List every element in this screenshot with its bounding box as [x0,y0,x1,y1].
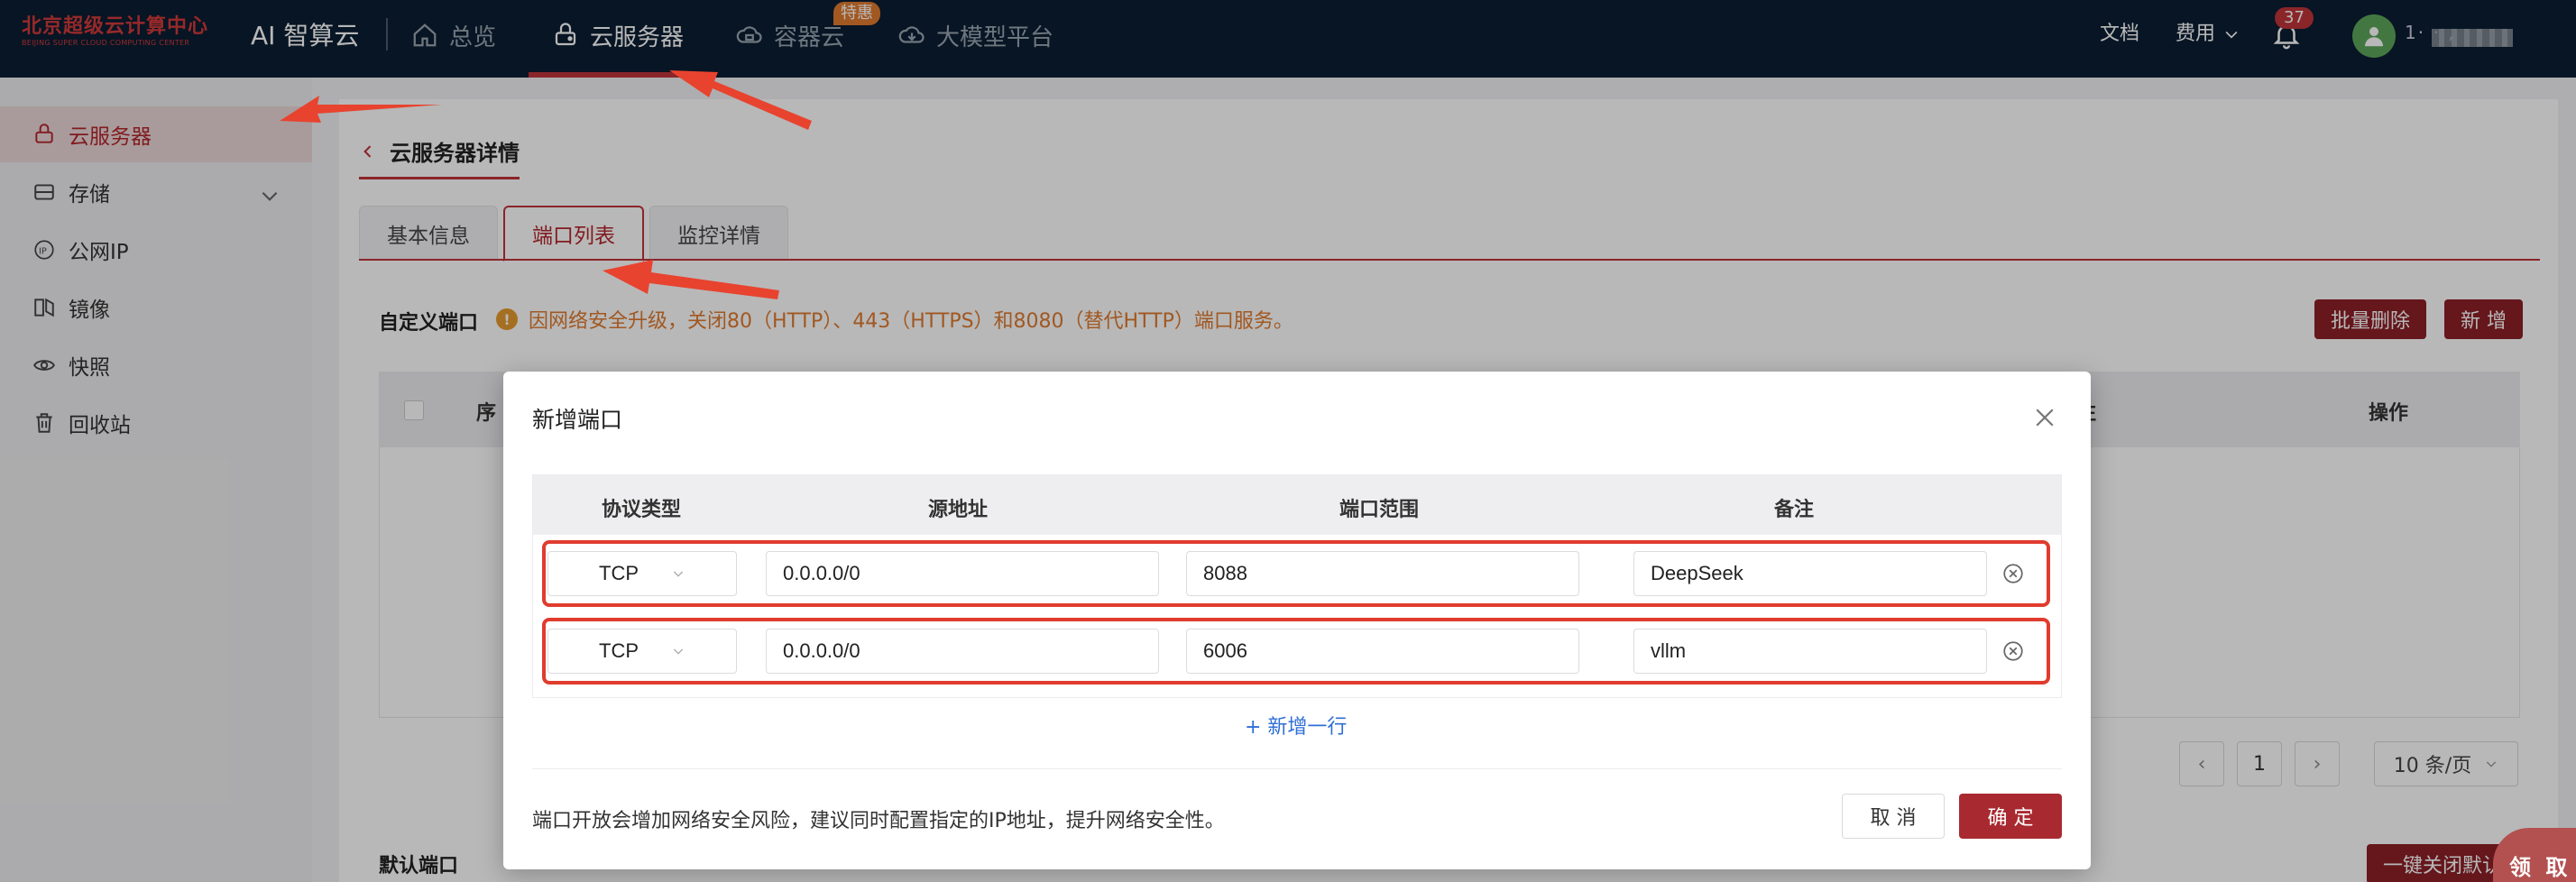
close-icon[interactable] [2031,404,2058,431]
security-tip: 端口开放会增加网络安全风险，建议同时配置指定的IP地址，提升网络安全性。 [532,810,1225,832]
chevron-down-icon [673,648,684,655]
remove-row-icon[interactable] [2001,562,2025,585]
protocol-value: TCP [599,639,639,662]
add-port-dialog: 新增端口 协议类型 源地址 端口范围 备注 TCP 0.0.0.0/0 8088… [503,372,2091,869]
port-range-input[interactable]: 6006 [1186,629,1579,674]
remark-input[interactable]: DeepSeek [1633,551,1987,596]
source-address-input[interactable]: 0.0.0.0/0 [766,629,1159,674]
protocol-select[interactable]: TCP [547,551,737,596]
port-rules-header: 协议类型 源地址 端口范围 备注 [533,475,2061,535]
dialog-divider [532,768,2062,769]
add-row-link[interactable]: + 新增一行 [1245,711,1347,740]
column-remark: 备注 [1774,499,1815,521]
remove-row-icon[interactable] [2001,639,2025,663]
promo-float-badge[interactable]: 领 取 [2493,828,2576,882]
port-rules-table: 协议类型 源地址 端口范围 备注 TCP 0.0.0.0/0 8088 Deep… [532,474,2062,698]
dialog-title: 新增端口 [532,407,623,433]
chevron-down-icon [673,571,684,577]
cancel-button[interactable]: 取 消 [1842,794,1945,839]
port-range-input[interactable]: 8088 [1186,551,1579,596]
column-port-range: 端口范围 [1339,499,1420,521]
column-source: 源地址 [928,499,989,521]
remark-input[interactable]: vllm [1633,629,1987,674]
column-protocol: 协议类型 [602,499,682,521]
protocol-value: TCP [599,562,639,584]
confirm-button[interactable]: 确 定 [1959,794,2062,839]
source-address-input[interactable]: 0.0.0.0/0 [766,551,1159,596]
protocol-select[interactable]: TCP [547,629,737,674]
